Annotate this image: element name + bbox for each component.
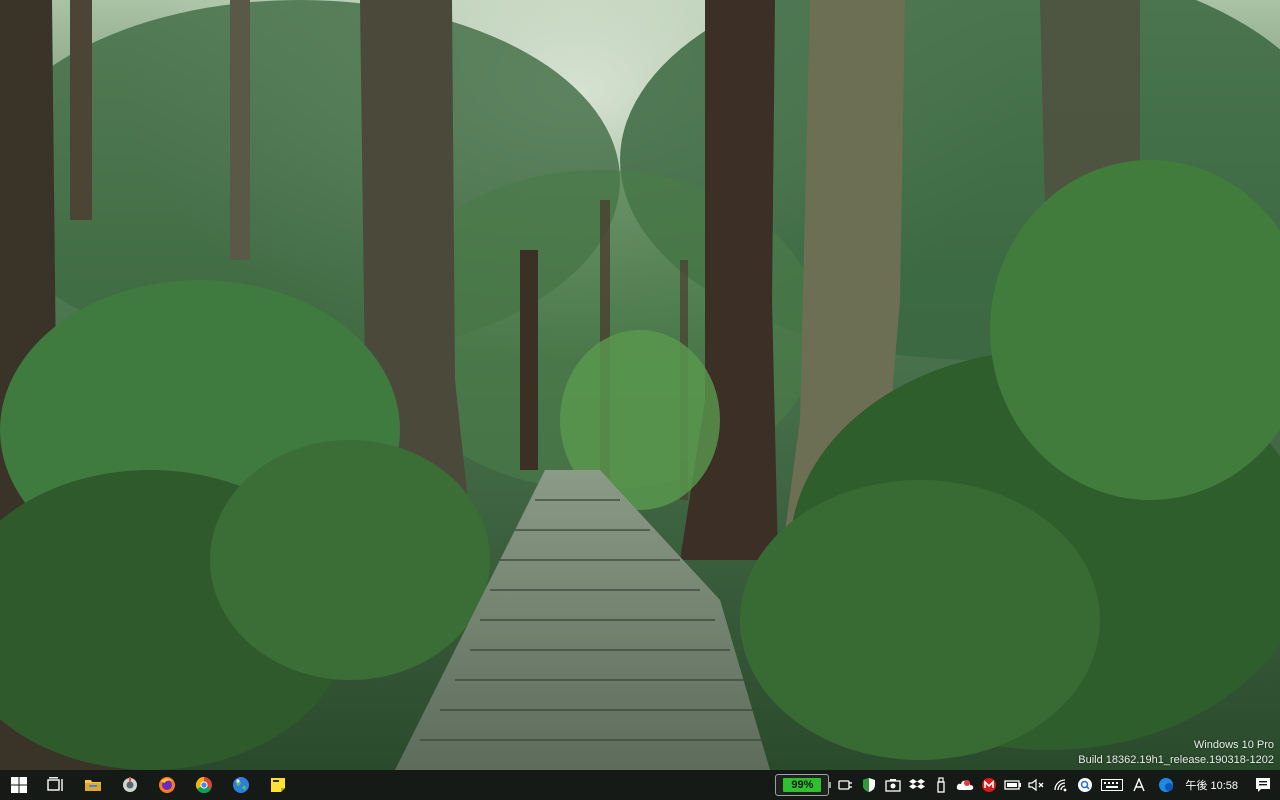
system-tray: 99% 午後 10:58	[775, 770, 1280, 800]
firefox-icon	[158, 777, 175, 793]
dropbox-tray-button[interactable]	[905, 770, 929, 800]
sticky-notes-button[interactable]	[259, 770, 296, 800]
search-tray-button[interactable]	[1073, 770, 1097, 800]
task-view-icon	[46, 777, 63, 791]
m-badge-icon	[982, 778, 997, 792]
task-view-button[interactable]	[37, 770, 74, 800]
keyboard-icon	[1101, 779, 1124, 791]
file-explorer-button[interactable]	[74, 770, 111, 800]
battery-tray-button[interactable]	[1001, 770, 1025, 800]
volume-muted-icon	[1028, 778, 1044, 792]
keyboard-tray-button[interactable]	[1097, 770, 1127, 800]
cloud-icon	[957, 780, 974, 790]
ime-tray-button[interactable]	[1127, 770, 1151, 800]
desktop[interactable]: Windows 10 Pro Build 18362.19h1_release.…	[0, 0, 1280, 770]
search-bubble-icon	[1078, 778, 1093, 792]
windows-watermark: Windows 10 Pro Build 18362.19h1_release.…	[1078, 738, 1274, 768]
notification-icon	[1256, 778, 1270, 792]
battery-icon	[1004, 780, 1022, 790]
chrome-button[interactable]	[185, 770, 222, 800]
globe-app-button[interactable]	[222, 770, 259, 800]
battery-percent: 99%	[783, 778, 822, 792]
start-button[interactable]	[0, 770, 37, 800]
windows-logo-icon	[10, 777, 27, 793]
taskbar: 99% 午後 10:58	[0, 770, 1280, 800]
security-tray-button[interactable]	[857, 770, 881, 800]
wallpaper	[0, 0, 1280, 770]
firefox-button[interactable]	[148, 770, 185, 800]
usb-tray-button[interactable]	[929, 770, 953, 800]
build-text: Build 18362.19h1_release.190318-1202	[1078, 754, 1274, 766]
usb-drive-icon	[937, 777, 946, 793]
mcafee-tray-button[interactable]	[977, 770, 1001, 800]
blue-orb-icon	[1159, 778, 1174, 792]
battery-indicator[interactable]: 99%	[775, 774, 832, 796]
ime-a-icon	[1133, 778, 1146, 792]
globe-icon	[232, 777, 249, 793]
dropbox-icon	[909, 779, 926, 789]
battery-nub	[828, 782, 832, 788]
action-center-button[interactable]	[1246, 770, 1280, 800]
clock[interactable]: 午後 10:58	[1181, 777, 1246, 793]
edition-text: Windows 10 Pro	[1193, 739, 1274, 751]
tool-icon	[122, 777, 137, 792]
chrome-icon	[195, 776, 212, 794]
wifi-icon	[1054, 779, 1067, 792]
cloud-tray-button[interactable]	[953, 770, 977, 800]
shield-icon	[863, 778, 876, 792]
folder-icon	[84, 780, 101, 791]
app-button-1[interactable]	[111, 770, 148, 800]
screenshot-tray-button[interactable]	[881, 770, 905, 800]
volume-tray-button[interactable]	[1025, 770, 1049, 800]
cortana-tray-button[interactable]	[1151, 770, 1181, 800]
plug-icon	[838, 780, 853, 790]
sticky-note-icon	[270, 778, 285, 792]
power-plug-tray-button[interactable]	[833, 770, 857, 800]
network-tray-button[interactable]	[1049, 770, 1073, 800]
camera-icon	[885, 779, 902, 792]
